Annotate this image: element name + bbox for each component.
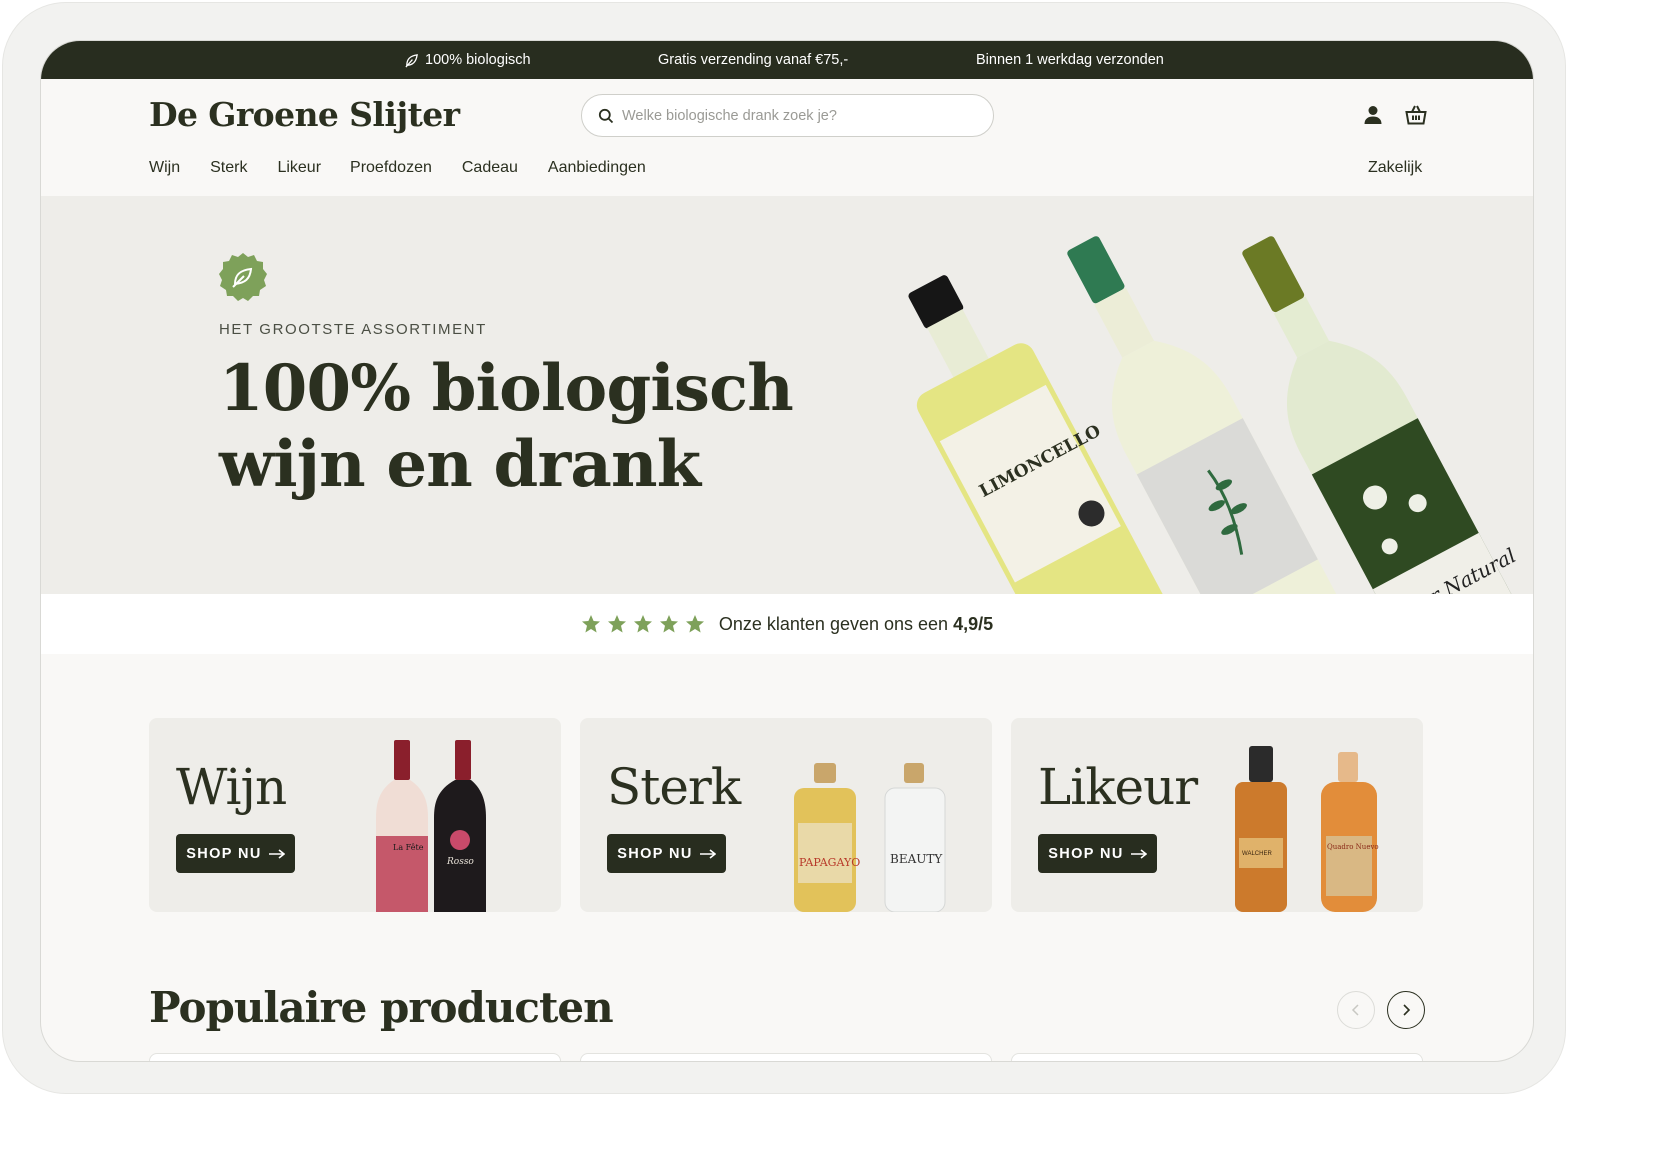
- category-card-likeur[interactable]: Likeur SHOP NU WALCHER Quadro Nuevo: [1011, 718, 1423, 912]
- nav-item-wijn[interactable]: Wijn: [149, 159, 180, 177]
- announcement-organic-text: 100% biologisch: [425, 52, 531, 68]
- announcement-dispatch: Binnen 1 werkdag verzonden: [976, 52, 1164, 68]
- carousel-prev-button[interactable]: [1337, 991, 1375, 1029]
- hero-banner: HET GROOTSTE ASSORTIMENT 100% biologisch…: [41, 196, 1533, 594]
- cart-icon[interactable]: [1404, 103, 1428, 127]
- rosso-label: Rosso: [446, 857, 474, 867]
- search-input[interactable]: [622, 107, 962, 124]
- product-card[interactable]: [1011, 1053, 1423, 1061]
- arrow-right-icon: [268, 848, 285, 859]
- search-icon: [598, 108, 614, 123]
- rating-text: Onze klanten geven ons een 4,9/5: [719, 614, 993, 635]
- arrow-right-icon: [1130, 848, 1147, 859]
- star-icon: [685, 615, 704, 633]
- hero-headline: 100% biologisch wijn en drank: [219, 351, 794, 503]
- announcement-shipping: Gratis verzending vanaf €75,-: [658, 52, 849, 68]
- shop-now-label: SHOP NU: [1048, 845, 1124, 862]
- product-card[interactable]: [149, 1053, 561, 1061]
- shop-now-button[interactable]: SHOP NU: [176, 834, 295, 873]
- tablet-frame: 100% biologisch Gratis verzending vanaf …: [2, 2, 1566, 1094]
- category-title: Wijn: [176, 758, 287, 816]
- category-title: Sterk: [607, 758, 741, 816]
- star-icon: [581, 615, 600, 633]
- carousel-next-button[interactable]: [1387, 991, 1425, 1029]
- liqueur-bottles-image: WALCHER Quadro Nuevo: [1235, 746, 1379, 912]
- hero-headline-line1: 100% biologisch: [219, 351, 794, 426]
- chevron-right-icon: [1403, 1004, 1411, 1016]
- hero-headline-line2: wijn en drank: [219, 427, 701, 502]
- leaf-icon: [405, 53, 418, 67]
- quadro-nuevo-label: Quadro Nuevo: [1327, 843, 1379, 851]
- rating-stars: [581, 614, 705, 634]
- walcher-label: WALCHER: [1242, 851, 1272, 857]
- shop-now-button[interactable]: SHOP NU: [1038, 834, 1157, 873]
- search-bar[interactable]: [581, 94, 994, 137]
- main-nav: Wijn Sterk Likeur Proefdozen Cadeau Aanb…: [149, 159, 676, 177]
- spirits-bottles-image: PAPAGAYO BEAUTY: [794, 763, 946, 912]
- account-icon[interactable]: [1361, 103, 1385, 127]
- shop-now-label: SHOP NU: [186, 845, 262, 862]
- product-card[interactable]: [580, 1053, 992, 1061]
- rating-score: 4,9/5: [953, 613, 994, 634]
- rating-strip: Onze klanten geven ons een 4,9/5: [41, 594, 1533, 654]
- shop-now-button[interactable]: SHOP NU: [607, 834, 726, 873]
- category-card-sterk[interactable]: Sterk SHOP NU PAPAGAYO BEAUTY: [580, 718, 992, 912]
- site-logo[interactable]: De Groene Slijter: [149, 95, 460, 134]
- category-title: Likeur: [1038, 758, 1198, 816]
- nav-item-sterk[interactable]: Sterk: [210, 159, 247, 177]
- star-icon: [659, 615, 678, 633]
- chevron-left-icon: [1351, 1004, 1359, 1016]
- la-fete-label: La Fête: [393, 843, 424, 852]
- nav-item-zakelijk[interactable]: Zakelijk: [1368, 159, 1422, 177]
- shop-now-label: SHOP NU: [617, 845, 693, 862]
- announcement-bar: 100% biologisch Gratis verzending vanaf …: [41, 41, 1533, 79]
- organic-badge-icon: [219, 253, 267, 301]
- nav-item-cadeau[interactable]: Cadeau: [462, 159, 518, 177]
- hero-eyebrow: HET GROOTSTE ASSORTIMENT: [219, 321, 487, 338]
- nav-item-proefdozen[interactable]: Proefdozen: [350, 159, 432, 177]
- beauty-label: BEAUTY: [890, 852, 943, 866]
- rating-label: Onze klanten geven ons een: [718, 613, 949, 634]
- category-card-wijn[interactable]: Wijn SHOP NU La Fête Rosso: [149, 718, 561, 912]
- site-header: De Groene Slijter Wijn Sterk Likeur Proe…: [41, 79, 1533, 196]
- star-icon: [607, 615, 626, 633]
- star-icon: [633, 615, 652, 633]
- nav-item-likeur[interactable]: Likeur: [277, 159, 321, 177]
- popular-products-heading: Populaire producten: [149, 983, 614, 1032]
- announcement-organic: 100% biologisch: [404, 52, 531, 68]
- browser-viewport: 100% biologisch Gratis verzending vanaf …: [40, 40, 1534, 1062]
- wine-bottles-image: La Fête Rosso: [376, 740, 486, 912]
- nav-item-aanbiedingen[interactable]: Aanbiedingen: [548, 159, 646, 177]
- arrow-right-icon: [699, 848, 716, 859]
- hero-bottles-image: LIMONCELLO Natural: [908, 236, 1533, 594]
- papagayo-label: PAPAGAYO: [799, 856, 860, 869]
